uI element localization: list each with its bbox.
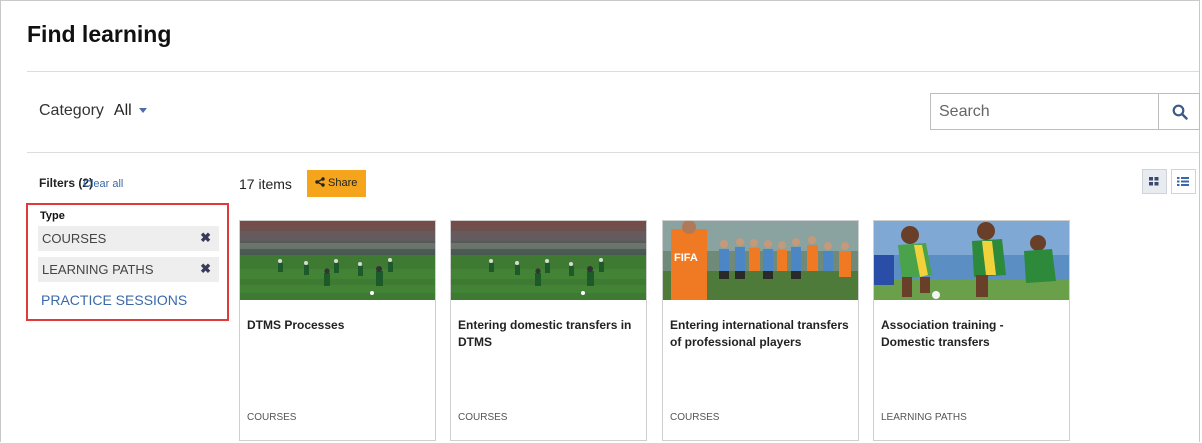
learning-card[interactable]: Entering domestic transfers in DTMS COUR…: [450, 220, 647, 441]
share-icon: [315, 177, 325, 187]
category-value[interactable]: All: [114, 102, 132, 119]
filter-option-practice-sessions[interactable]: PRACTICE SESSIONS: [41, 292, 187, 308]
find-learning-panel: Find learning CategoryAll Filters (2) Cl…: [0, 0, 1200, 442]
card-title[interactable]: DTMS Processes: [247, 317, 427, 334]
card-type: COURSES: [458, 412, 508, 423]
filter-chip-courses: COURSES ✖: [38, 226, 219, 251]
divider: [27, 71, 1199, 72]
remove-icon[interactable]: ✖: [200, 230, 211, 246]
search-icon: [1172, 104, 1188, 120]
clear-all-link[interactable]: Clear all: [83, 178, 123, 190]
card-title[interactable]: Entering domestic transfers in DTMS: [458, 317, 638, 351]
share-label: Share: [328, 177, 358, 189]
results-count: 17 items: [239, 176, 292, 192]
list-view-button[interactable]: [1171, 169, 1196, 194]
learning-card[interactable]: FIFA Entering international transfers of…: [662, 220, 859, 441]
divider: [27, 152, 1199, 153]
filter-chip-label: LEARNING PATHS: [42, 262, 154, 277]
card-image-match-action: [874, 221, 1069, 300]
type-filter-group: Type COURSES ✖ LEARNING PATHS ✖ PRACTICE…: [26, 203, 229, 321]
list-view-icon: [1177, 177, 1189, 186]
card-type: LEARNING PATHS: [881, 412, 967, 423]
card-title[interactable]: Association training - Domestic transfer…: [881, 317, 1061, 351]
remove-icon[interactable]: ✖: [200, 261, 211, 277]
share-button[interactable]: Share: [307, 170, 366, 197]
learning-card[interactable]: DTMS Processes COURSES: [239, 220, 436, 441]
filter-chip-learning-paths: LEARNING PATHS ✖: [38, 257, 219, 282]
category-selector[interactable]: Category All: [39, 102, 147, 120]
card-title[interactable]: Entering international transfers of prof…: [670, 317, 850, 351]
filter-chip-label: COURSES: [42, 231, 107, 246]
caret-down-icon[interactable]: [138, 108, 147, 114]
card-image-stadium: [240, 221, 435, 300]
type-filter-label: Type: [40, 210, 65, 222]
search-input[interactable]: [930, 93, 1158, 130]
card-image-stadium: [451, 221, 646, 300]
svg-text:FIFA: FIFA: [674, 252, 698, 264]
grid-view-button[interactable]: [1142, 169, 1167, 194]
page-title: Find learning: [27, 21, 172, 47]
category-label: Category: [39, 102, 104, 119]
search-button[interactable]: [1158, 93, 1200, 130]
search-bar: [930, 93, 1200, 130]
card-type: COURSES: [247, 412, 297, 423]
card-type: COURSES: [670, 412, 720, 423]
card-image-team-training: FIFA: [663, 221, 858, 300]
learning-card[interactable]: Association training - Domestic transfer…: [873, 220, 1070, 441]
grid-view-icon: [1149, 177, 1159, 186]
